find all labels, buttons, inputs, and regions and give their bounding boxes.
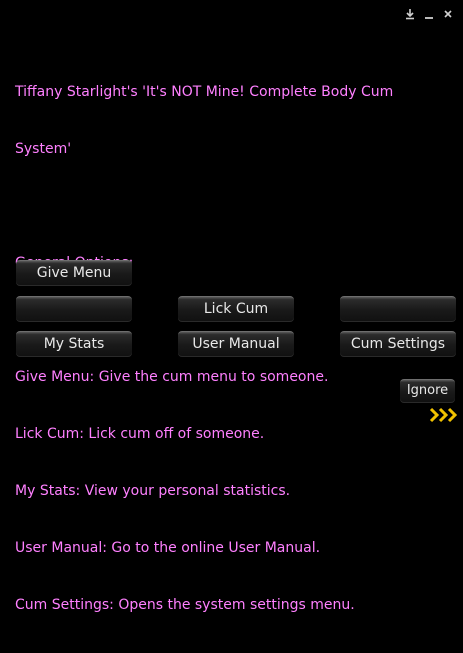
- option-my-stats: My Stats: View your personal statistics.: [15, 483, 291, 499]
- option-give-menu: Give Menu: Give the cum menu to someone.: [15, 369, 329, 385]
- user-manual-button[interactable]: User Manual: [178, 331, 294, 357]
- blank-button-left[interactable]: [16, 296, 132, 322]
- option-cum-settings: Cum Settings: Opens the system settings …: [15, 597, 355, 613]
- give-menu-button[interactable]: Give Menu: [16, 260, 132, 286]
- dialog-window: Tiffany Starlight's 'It's NOT Mine! Comp…: [0, 0, 463, 613]
- close-icon[interactable]: [443, 8, 453, 20]
- ignore-button[interactable]: Ignore: [400, 379, 455, 403]
- window-controls: [405, 8, 453, 20]
- download-icon[interactable]: [405, 8, 415, 20]
- my-stats-button[interactable]: My Stats: [16, 331, 132, 357]
- message-title: Tiffany Starlight's 'It's NOT Mine! Comp…: [15, 84, 394, 100]
- chevron-right-icon[interactable]: [429, 407, 459, 423]
- minimize-icon[interactable]: [424, 8, 434, 20]
- blank-button-right[interactable]: [340, 296, 456, 322]
- option-user-manual: User Manual: Go to the online User Manua…: [15, 540, 321, 556]
- option-lick-cum: Lick Cum: Lick cum off of someone.: [15, 426, 265, 442]
- message-title-continued: System': [15, 141, 72, 157]
- cum-settings-button[interactable]: Cum Settings: [340, 331, 456, 357]
- lick-cum-button[interactable]: Lick Cum: [178, 296, 294, 322]
